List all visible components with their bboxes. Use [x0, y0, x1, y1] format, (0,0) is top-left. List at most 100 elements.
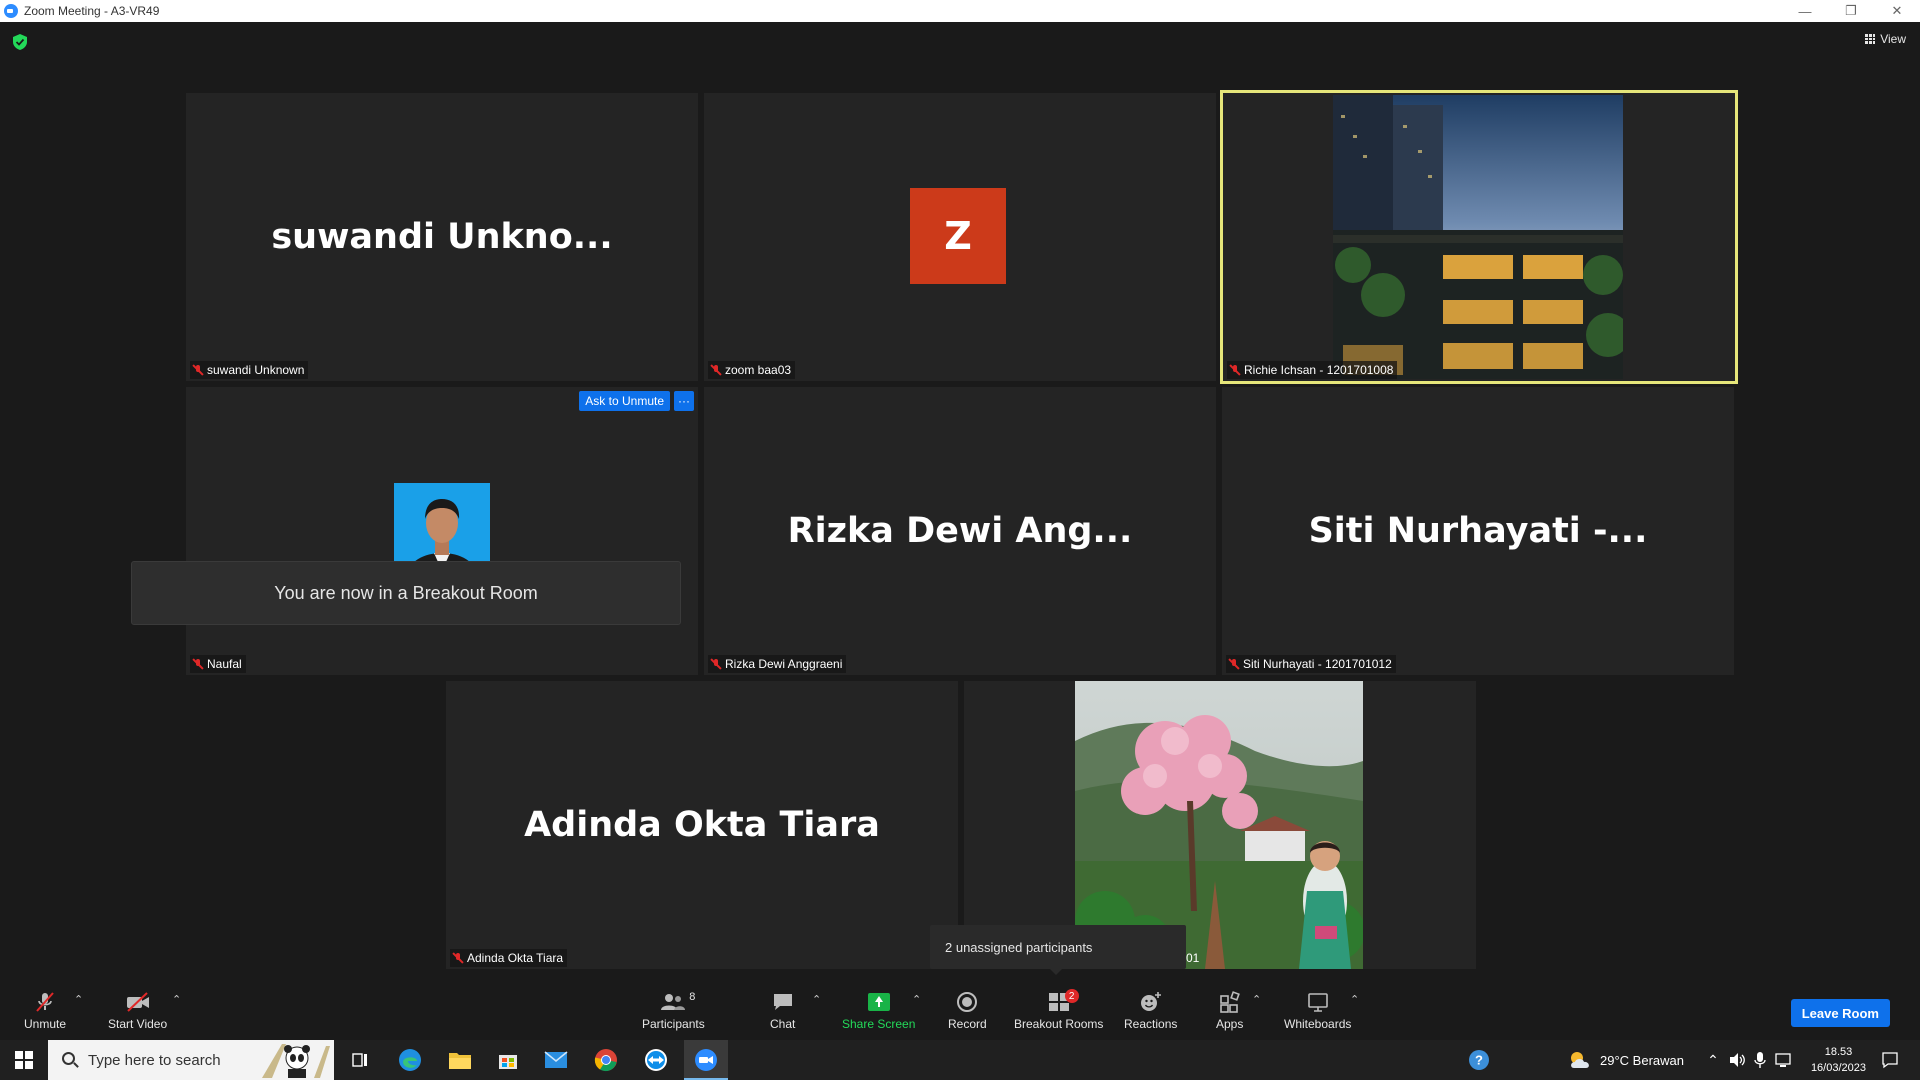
close-icon[interactable]: ✕ [1874, 0, 1920, 22]
meeting-area: View suwandi Unkno... suwandi Unknown Z … [0, 22, 1920, 977]
participant-name-label: suwandi Unknown [190, 361, 309, 379]
speaker-volume-icon [1730, 1053, 1745, 1067]
chrome-browser-icon [594, 1049, 617, 1072]
microphone-tray-button[interactable] [1750, 1040, 1770, 1080]
weather-partly-cloudy-icon [1571, 1052, 1589, 1068]
participant-display-name: suwandi Unkno... [271, 217, 613, 257]
muted-mic-icon [192, 658, 204, 670]
start-video-button[interactable]: Start Video [108, 991, 167, 1031]
participant-name: suwandi Unknown [207, 363, 305, 377]
breakout-rooms-badge: 2 [1064, 989, 1079, 1003]
taskbar-teamviewer[interactable] [636, 1040, 676, 1080]
help-icon: ? [1469, 1050, 1489, 1070]
help-tray-button[interactable]: ? [1464, 1040, 1494, 1080]
participants-button[interactable]: 8 Participants [642, 991, 705, 1031]
participant-name-label: zoom baa03 [708, 361, 796, 379]
taskbar-zoom-active[interactable] [684, 1040, 728, 1080]
restore-icon[interactable]: ❐ [1828, 0, 1874, 22]
apps-label: Apps [1216, 1017, 1244, 1031]
weather-widget[interactable]: 29°C Berawan [1556, 1040, 1696, 1080]
taskbar-mail[interactable] [536, 1040, 576, 1080]
title-bar: Zoom Meeting - A3-VR49 — ❐ ✕ [0, 0, 1920, 22]
svg-text:?: ? [1475, 1053, 1483, 1068]
taskbar-store[interactable] [488, 1040, 528, 1080]
breakout-rooms-button[interactable]: 2 Breakout Rooms [1014, 989, 1104, 1031]
teamviewer-icon [645, 1049, 667, 1071]
security-shield-icon[interactable] [13, 34, 27, 50]
video-tile-adinda[interactable]: Adinda Okta Tiara Adinda Okta Tiara [446, 681, 958, 969]
chat-options-chevron-icon[interactable]: ⌃ [812, 993, 821, 1006]
video-tile-suwandi[interactable]: suwandi Unkno... suwandi Unknown [186, 93, 698, 381]
view-button[interactable]: View [1865, 32, 1906, 46]
minimize-icon[interactable]: — [1782, 0, 1828, 22]
task-view-button[interactable] [340, 1040, 380, 1080]
audio-options-chevron-icon[interactable]: ⌃ [74, 993, 83, 1006]
chat-label: Chat [770, 1017, 796, 1031]
participant-name-label: 01 [1184, 949, 1203, 967]
participant-name: Naufal [207, 657, 242, 671]
microphone-icon [1754, 1052, 1766, 1068]
taskbar-search-input[interactable]: Type here to search [48, 1040, 334, 1080]
folder-icon [449, 1053, 471, 1069]
share-screen-label: Share Screen [842, 1017, 916, 1031]
reactions-label: Reactions [1124, 1017, 1178, 1031]
windows-logo-icon [15, 1051, 33, 1069]
video-tile-rizka[interactable]: Rizka Dewi Ang... Rizka Dewi Anggraeni [704, 387, 1216, 675]
taskbar-edge-app[interactable] [390, 1040, 430, 1080]
ask-to-unmute-button[interactable]: Ask to Unmute [579, 391, 670, 411]
muted-mic-icon [1228, 658, 1240, 670]
video-options-chevron-icon[interactable]: ⌃ [172, 993, 181, 1006]
participant-name-label: Adinda Okta Tiara [450, 949, 568, 967]
whiteboards-options-chevron-icon[interactable]: ⌃ [1350, 993, 1359, 1006]
system-clock[interactable]: 18.53 16/03/2023 [1811, 1044, 1866, 1076]
start-button[interactable] [0, 1040, 48, 1080]
video-off-icon [126, 992, 149, 1012]
avatar: Z [910, 188, 1006, 284]
video-tile-richie-active-speaker[interactable]: Richie Ichsan - 1201701008 [1220, 90, 1738, 384]
apps-icon [1219, 991, 1240, 1013]
search-placeholder: Type here to search [88, 1051, 221, 1069]
speaker-tray-button[interactable] [1726, 1040, 1748, 1080]
tile-more-button[interactable]: ··· [674, 391, 694, 411]
notification-icon [1882, 1052, 1898, 1069]
muted-mic-icon [192, 364, 204, 376]
record-icon [957, 992, 978, 1012]
video-tile-zoom-baa03[interactable]: Z zoom baa03 [704, 93, 1216, 381]
taskbar-chrome[interactable] [586, 1040, 626, 1080]
share-screen-icon [867, 993, 890, 1011]
muted-mic-icon [1229, 364, 1241, 376]
task-view-icon [352, 1053, 367, 1067]
clock-time: 18.53 [1824, 1046, 1853, 1058]
whiteboards-button[interactable]: Whiteboards [1284, 991, 1351, 1031]
unmute-button[interactable]: Unmute [24, 991, 66, 1031]
participant-name-label: Naufal [190, 655, 246, 673]
participant-name: Adinda Okta Tiara [467, 951, 564, 965]
video-tile-naufal[interactable]: Ask to Unmute ··· Naufal [186, 387, 698, 675]
leave-room-button[interactable]: Leave Room [1790, 999, 1890, 1027]
apps-options-chevron-icon[interactable]: ⌃ [1252, 993, 1261, 1006]
chat-icon [773, 994, 792, 1010]
participant-display-name: Siti Nurhayati -... [1308, 511, 1648, 551]
apps-button[interactable]: Apps [1216, 991, 1243, 1031]
network-tray-button[interactable] [1772, 1040, 1796, 1080]
share-screen-button[interactable]: Share Screen [842, 991, 915, 1031]
breakout-rooms-label: Breakout Rooms [1014, 1017, 1104, 1031]
record-button[interactable]: Record [948, 991, 987, 1031]
share-options-chevron-icon[interactable]: ⌃ [912, 993, 921, 1006]
taskbar-file-explorer[interactable] [440, 1040, 480, 1080]
mail-icon [544, 1051, 568, 1068]
chat-button[interactable]: Chat [770, 991, 795, 1031]
notifications-button[interactable] [1872, 1040, 1908, 1080]
video-tile-siti[interactable]: Siti Nurhayati -... Siti Nurhayati - 120… [1222, 387, 1734, 675]
participant-name-label: Siti Nurhayati - 1201701012 [1226, 655, 1396, 673]
muted-mic-icon [710, 364, 722, 376]
meeting-toolbar: Unmute ⌃ Start Video ⌃ 8 Participants Ch… [0, 977, 1920, 1040]
reactions-button[interactable]: Reactions [1124, 991, 1177, 1031]
search-highlight-panda-icon [262, 1044, 330, 1078]
show-hidden-icons-chevron-icon[interactable]: ⌃ [1702, 1040, 1724, 1080]
muted-mic-icon [710, 658, 722, 670]
clock-date: 16/03/2023 [1810, 1062, 1866, 1074]
search-icon [62, 1052, 75, 1065]
participant-name: Richie Ichsan - 1201701008 [1244, 363, 1394, 377]
breakout-room-notification: You are now in a Breakout Room [131, 561, 681, 625]
